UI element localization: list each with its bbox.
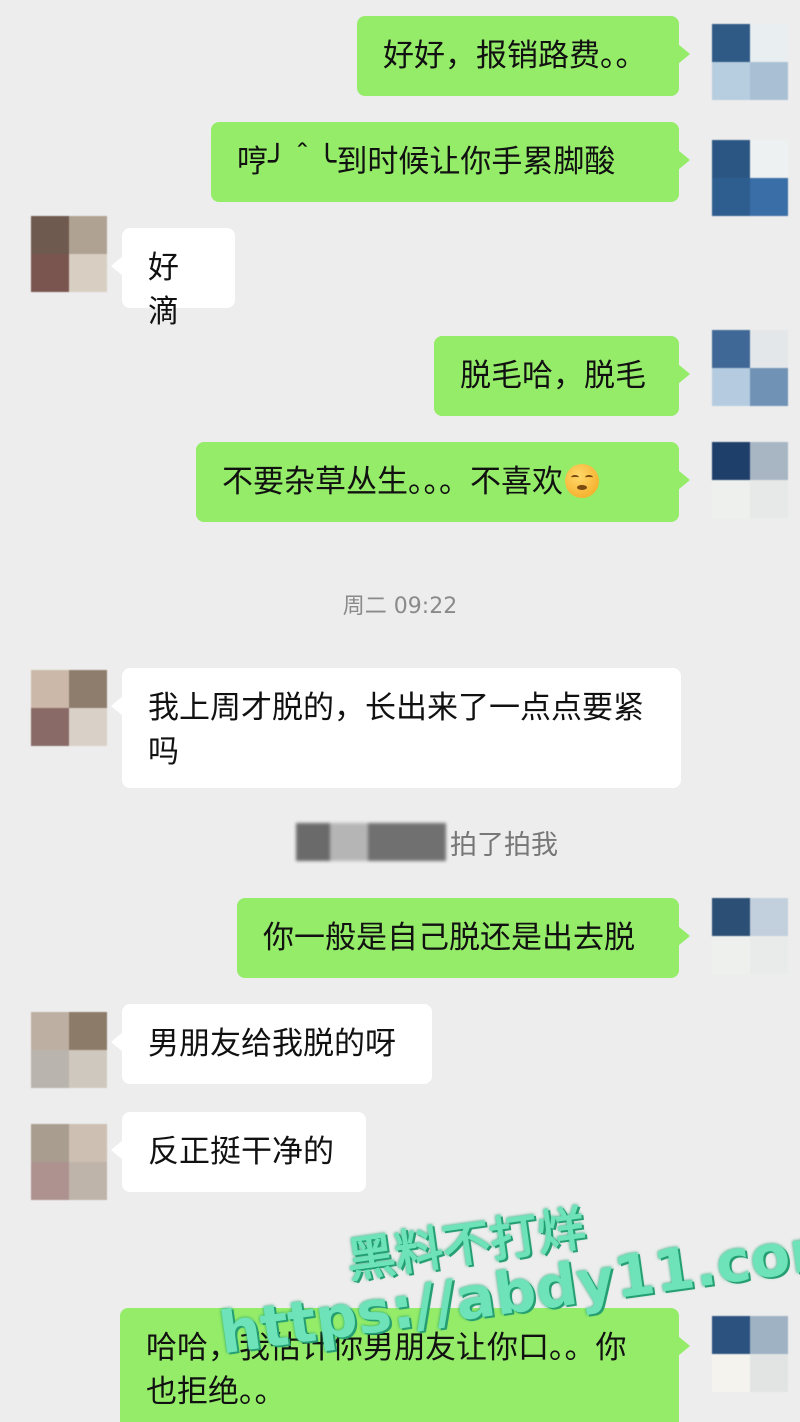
- pat-notice-text: 拍了拍我: [450, 829, 558, 861]
- message-text: 哼╯＾╰到时候让你手累脚酸: [237, 144, 616, 180]
- contact-avatar[interactable]: [31, 216, 107, 292]
- contact-avatar[interactable]: [31, 1012, 107, 1088]
- message-bubble[interactable]: 脱毛哈，脱毛: [434, 336, 690, 416]
- message-text: 男朋友给我脱的呀: [148, 1026, 396, 1062]
- shushing-face-emoji-icon: [565, 464, 599, 498]
- contact-avatar[interactable]: [31, 1124, 107, 1200]
- message-text: 反正挺干净的: [148, 1134, 334, 1170]
- message-bubble[interactable]: 男朋友给我脱的呀: [111, 1004, 432, 1084]
- message-bubble[interactable]: 好滴: [111, 228, 235, 330]
- message-bubble[interactable]: 我上周才脱的，长出来了一点点要紧吗: [111, 668, 681, 788]
- watermark-title: 黑料不打烊: [343, 1200, 590, 1290]
- redacted-name: [296, 823, 446, 861]
- my-avatar[interactable]: [712, 24, 788, 100]
- message-text: 哈哈，我估计你男朋友让你口。。你也拒绝。。: [146, 1330, 627, 1410]
- message-bubble[interactable]: 反正挺干净的: [111, 1112, 366, 1192]
- contact-avatar[interactable]: [31, 670, 107, 746]
- message-bubble[interactable]: 哼╯＾╰到时候让你手累脚酸: [211, 122, 690, 202]
- message-text: 脱毛哈，脱毛: [460, 358, 646, 394]
- message-bubble[interactable]: 不要杂草丛生。。。不喜欢: [196, 442, 690, 522]
- my-avatar[interactable]: [712, 898, 788, 974]
- message-text: 不要杂草丛生。。。不喜欢: [222, 464, 563, 500]
- message-bubble[interactable]: 好好，报销路费。。: [357, 16, 690, 96]
- message-bubble[interactable]: 你一般是自己脱还是出去脱: [237, 898, 690, 978]
- my-avatar[interactable]: [712, 330, 788, 406]
- message-bubble[interactable]: 哈哈，我估计你男朋友让你口。。你也拒绝。。: [120, 1308, 690, 1422]
- my-avatar[interactable]: [712, 1316, 788, 1392]
- message-text: 好滴: [148, 250, 179, 330]
- message-text: 你一般是自己脱还是出去脱: [263, 920, 635, 956]
- message-text: 我上周才脱的，长出来了一点点要紧吗: [148, 690, 644, 770]
- my-avatar[interactable]: [712, 140, 788, 216]
- chat-timestamp: 周二 09:22: [342, 594, 458, 619]
- pat-notice: 拍了拍我: [296, 822, 558, 862]
- message-text: 好好，报销路费。。: [383, 38, 647, 74]
- my-avatar[interactable]: [712, 442, 788, 518]
